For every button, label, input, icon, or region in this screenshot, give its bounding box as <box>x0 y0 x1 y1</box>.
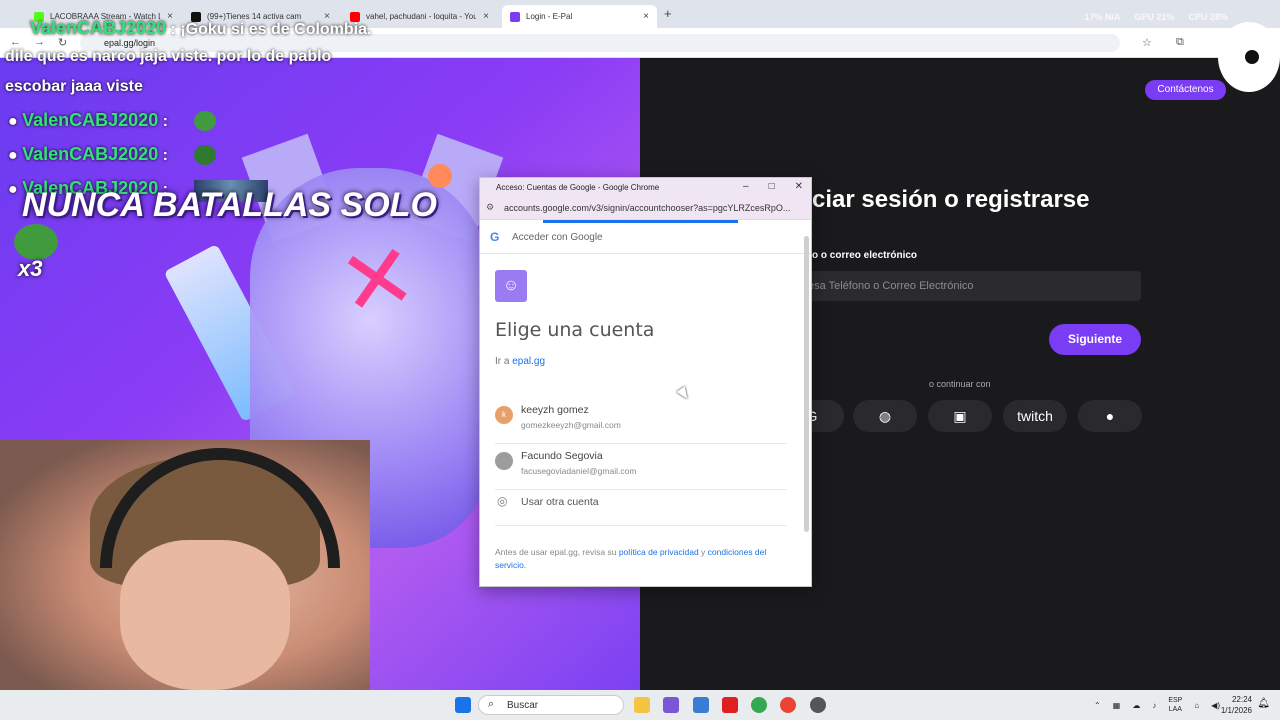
chat-message: dile que es narco jaja viste. por lo de … <box>5 48 332 65</box>
office-icon[interactable] <box>663 697 679 713</box>
use-another-account[interactable]: ◎ Usar otra cuenta <box>495 494 787 526</box>
chat-message: escobar jaaa viste <box>5 78 143 95</box>
site-link[interactable]: epal.gg <box>512 356 545 367</box>
close-icon[interactable]: ✕ <box>795 181 803 192</box>
new-tab-button[interactable]: + <box>664 6 672 21</box>
chevron-up-icon[interactable]: ⌃ <box>1094 701 1101 710</box>
privacy-link[interactable]: política de privacidad <box>619 547 699 557</box>
twitch-icon: ▣ <box>953 408 967 424</box>
volume-icon[interactable]: ◀) <box>1211 701 1220 710</box>
apple-login-button[interactable]: ● <box>1078 400 1142 432</box>
bullet-icon: ● <box>8 147 18 164</box>
streamer-logo <box>1218 22 1280 92</box>
epal-app-logo: ☺ <box>495 270 527 302</box>
network-icon[interactable]: ⌂ <box>1194 701 1199 710</box>
facebook-login-button[interactable]: twitch <box>1003 400 1067 432</box>
store-icon[interactable] <box>693 697 709 713</box>
legal-text: Antes de usar epal.gg, revisa su polític… <box>495 547 767 570</box>
hardware-stats: 17% N/A GPU 21% CPU 28% <box>1084 12 1228 22</box>
pepe-emote <box>194 145 216 165</box>
minimize-icon[interactable]: – <box>743 181 749 192</box>
popup-titlebar: Acceso: Cuentas de Google - Google Chrom… <box>480 178 811 198</box>
bullet-icon: ● <box>8 181 18 198</box>
contact-button[interactable]: Contáctenos <box>1145 80 1226 100</box>
close-icon[interactable]: × <box>643 11 649 22</box>
or-continue-text: o continuar con <box>929 379 991 389</box>
orb-art <box>428 164 452 188</box>
cloud-icon[interactable]: ☁ <box>1132 701 1140 710</box>
windows-taskbar: ⌕ Buscar ⌃ ▦ ☁ ♪ ESP LAA ⌂ ◀) 22:24 1/1/… <box>0 690 1280 720</box>
chat-message: ● ValenCABJ2020 : <box>8 110 168 130</box>
bookmark-star-icon[interactable]: ☆ <box>1142 36 1152 49</box>
choose-account-heading: Elige una cuenta <box>495 319 655 341</box>
discord-icon: ◍ <box>878 408 892 424</box>
phone-email-input[interactable]: esa Teléfono o Correo Electrónico <box>800 271 1141 301</box>
maximize-icon[interactable]: □ <box>769 181 775 192</box>
chat-message: ● ValenCABJ2020 : <box>8 144 168 164</box>
avatar: k <box>495 406 513 424</box>
language-indicator[interactable]: ESP LAA <box>1168 696 1182 714</box>
chrome-icon[interactable] <box>780 697 796 713</box>
page-title: ciar sesión o registrarse <box>812 186 1090 213</box>
popup-url-bar: ⚙ accounts.google.com/v3/signin/accountc… <box>480 198 811 220</box>
overlay-banner: NUNCA BATALLAS SOLO <box>22 186 437 224</box>
file-explorer-icon[interactable] <box>634 697 650 713</box>
apple-icon: ● <box>1105 408 1115 424</box>
close-icon[interactable]: × <box>483 11 489 22</box>
field-label: o o correo electrónico <box>812 250 918 261</box>
google-signin-header: G Acceder con Google <box>480 220 811 254</box>
site-settings-icon[interactable]: ⚙ <box>486 202 494 213</box>
mic-icon[interactable]: ♪ <box>1152 701 1156 710</box>
wps-icon[interactable] <box>722 697 738 713</box>
notification-icon[interactable]: 🔔︎ <box>1257 698 1270 709</box>
next-button[interactable]: Siguiente <box>1049 324 1141 355</box>
goto-site-text: Ir a epal.gg <box>495 356 546 367</box>
back-icon[interactable]: ← <box>10 36 21 48</box>
taskbar-search[interactable]: ⌕ Buscar <box>478 695 624 715</box>
chrome-icon[interactable] <box>751 697 767 713</box>
clock[interactable]: 22:24 1/1/2026 <box>1221 694 1252 716</box>
tab-epal[interactable]: Login - E-Pal × <box>502 5 657 28</box>
account-item[interactable]: Facundo Segovia facusegoviadaniel@gmail.… <box>495 444 787 490</box>
popup-scrollbar[interactable] <box>804 236 809 532</box>
multiplier-badge: x3 <box>18 256 43 281</box>
google-icon: G <box>490 230 500 244</box>
chat-message: ValenCABJ2020 : ¡Goku si es de Colombia. <box>30 18 372 38</box>
windows-start-icon[interactable] <box>455 697 471 713</box>
pepe-emote <box>14 224 58 260</box>
avatar <box>495 452 513 470</box>
pepe-emote <box>194 111 216 131</box>
system-tray: ⌃ ▦ ☁ ♪ ESP LAA ⌂ ◀) <box>1094 696 1220 714</box>
account-item[interactable]: k keeyzh gomez gomezkeeyzh@gmail.com <box>495 398 787 444</box>
epal-icon <box>510 11 520 22</box>
extensions-icon[interactable]: ⧉ <box>1176 36 1184 49</box>
search-icon: ⌕ <box>488 698 495 710</box>
google-account-popup: Acceso: Cuentas de Google - Google Chrom… <box>479 177 812 587</box>
bullet-icon: ● <box>8 113 18 130</box>
account-circle-icon: ◎ <box>497 494 508 508</box>
twitch-login-button[interactable]: ▣ <box>928 400 992 432</box>
tray-app-icon[interactable]: ▦ <box>1113 701 1121 710</box>
app-icon[interactable] <box>810 697 826 713</box>
discord-login-button[interactable]: ◍ <box>853 400 917 432</box>
